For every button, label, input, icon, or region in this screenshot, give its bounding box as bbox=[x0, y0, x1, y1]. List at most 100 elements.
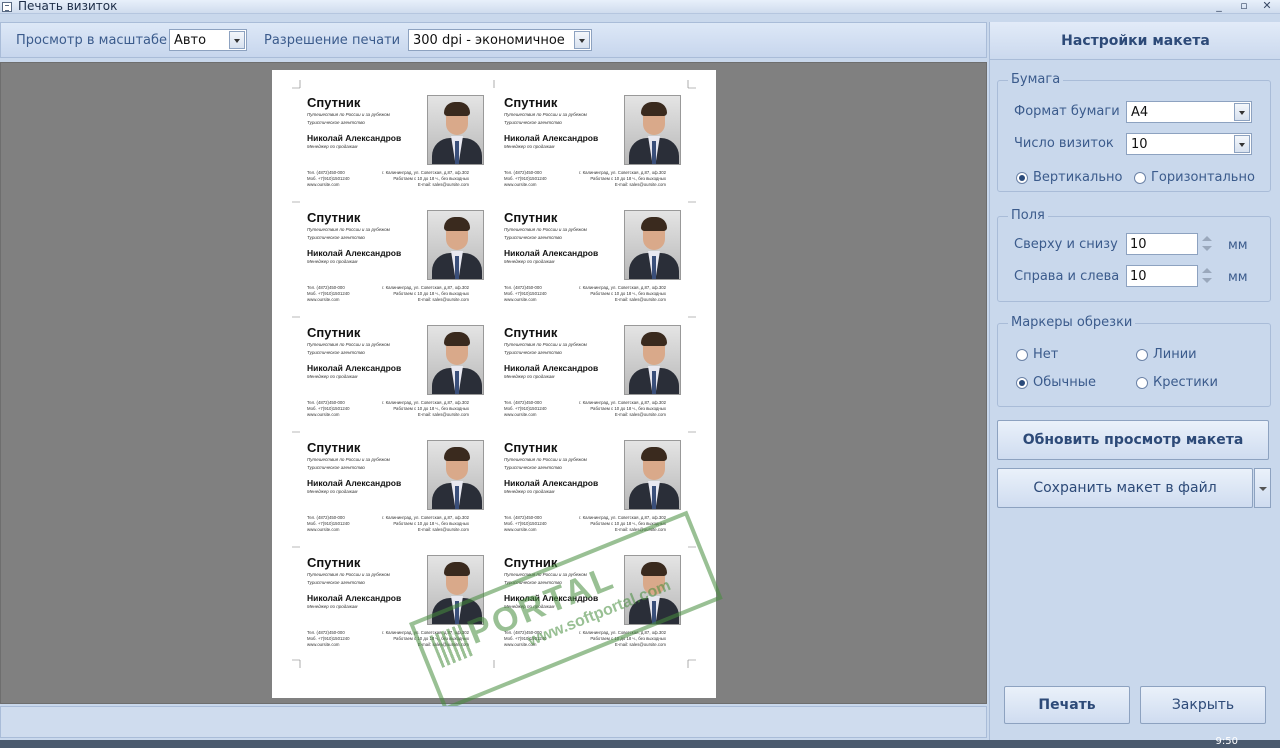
arrow-down-icon[interactable] bbox=[1202, 246, 1212, 251]
card-address: г. Калининград, ул. Советская, д.87, оф.… bbox=[382, 285, 469, 290]
photo-tie bbox=[652, 141, 656, 164]
photo-hair bbox=[444, 562, 470, 576]
card-person: Николай Александров bbox=[307, 593, 402, 603]
arrow-down-icon[interactable] bbox=[1202, 278, 1212, 283]
crop-none-label[interactable]: Нет bbox=[1033, 347, 1058, 362]
card-phone: Тел. (4872)450-000 bbox=[307, 400, 345, 405]
photo-tie bbox=[455, 371, 459, 394]
crop-crosses-label[interactable]: Крестики bbox=[1153, 375, 1218, 390]
chevron-down-icon[interactable] bbox=[574, 31, 590, 49]
crop-legend: Маркеры обрезки bbox=[1008, 315, 1136, 330]
maximize-icon[interactable]: ▫ bbox=[1237, 0, 1251, 12]
chevron-down-icon[interactable] bbox=[1234, 135, 1250, 153]
save-options-dropdown[interactable] bbox=[1254, 468, 1271, 508]
crop-crosses-radio[interactable] bbox=[1136, 377, 1148, 389]
card-person: Николай Александров bbox=[504, 363, 599, 373]
card-position: Менеджер по продажам bbox=[307, 259, 358, 264]
card-tagline2: Туристическое агентство bbox=[504, 350, 562, 355]
panel-title: Настройки макета bbox=[990, 22, 1280, 60]
arrow-up-icon[interactable] bbox=[1202, 268, 1212, 273]
card-position: Менеджер по продажам bbox=[504, 259, 555, 264]
top-bottom-spinner[interactable] bbox=[1201, 233, 1213, 255]
chevron-down-icon[interactable] bbox=[1234, 103, 1250, 121]
paper-legend: Бумага bbox=[1008, 72, 1064, 87]
preview-area[interactable]: Спутник Путешествия по России и за рубежо… bbox=[0, 62, 987, 712]
refresh-preview-button[interactable]: Обновить просмотр макета bbox=[997, 420, 1269, 460]
zoom-value: Авто bbox=[174, 33, 207, 48]
card-address: г. Калининград, ул. Советская, д.87, оф.… bbox=[579, 170, 666, 175]
card-position: Менеджер по продажам bbox=[307, 144, 358, 149]
business-card: Спутник Путешествия по России и за рубежо… bbox=[272, 300, 484, 417]
paper-format-select[interactable]: A4 bbox=[1126, 101, 1252, 123]
horizontal-label[interactable]: Горизонтально bbox=[1151, 170, 1255, 185]
business-card: Спутник Путешествия по России и за рубежо… bbox=[469, 185, 681, 302]
card-mobile: Моб. +7(910)1501240 bbox=[307, 291, 350, 296]
card-tagline2: Туристическое агентство bbox=[307, 580, 365, 585]
top-bottom-input[interactable]: 10 bbox=[1126, 233, 1198, 255]
card-hours: Работаем с 10 до 18 ч., без выходных bbox=[393, 521, 469, 526]
clock: 9:50 bbox=[1215, 736, 1238, 747]
photo-hair bbox=[444, 102, 470, 116]
arrow-up-icon[interactable] bbox=[1202, 236, 1212, 241]
zoom-select[interactable]: Авто bbox=[169, 29, 247, 51]
close-icon[interactable]: ✕ bbox=[1260, 0, 1274, 12]
card-hours: Работаем с 10 до 18 ч., без выходных bbox=[590, 176, 666, 181]
crop-normal-radio[interactable] bbox=[1016, 377, 1028, 389]
card-website: www.oursite.com bbox=[307, 642, 340, 647]
horizontal-radio[interactable] bbox=[1134, 172, 1146, 184]
crop-normal-label[interactable]: Обычные bbox=[1033, 375, 1096, 390]
card-tagline1: Путешествия по России и за рубежом bbox=[504, 342, 587, 347]
card-company: Спутник bbox=[504, 95, 558, 110]
photo-tie bbox=[652, 486, 656, 509]
vertical-radio[interactable] bbox=[1016, 172, 1028, 184]
print-button[interactable]: Печать bbox=[1004, 686, 1130, 724]
top-bottom-label: Сверху и снизу bbox=[1014, 237, 1118, 252]
minimize-icon[interactable]: _ bbox=[1212, 0, 1226, 12]
card-company: Спутник bbox=[307, 325, 361, 340]
photo-tie bbox=[652, 256, 656, 279]
card-address: г. Калининград, ул. Советская, д.87, оф.… bbox=[579, 515, 666, 520]
crop-lines-label[interactable]: Линии bbox=[1153, 347, 1197, 362]
close-button[interactable]: Закрыть bbox=[1140, 686, 1266, 724]
card-position: Менеджер по продажам bbox=[307, 604, 358, 609]
card-tagline2: Туристическое агентство bbox=[307, 120, 365, 125]
card-tagline1: Путешествия по России и за рубежом bbox=[504, 457, 587, 462]
card-tagline2: Туристическое агентство bbox=[307, 350, 365, 355]
card-phone: Тел. (4872)450-000 bbox=[504, 515, 542, 520]
card-photo bbox=[624, 210, 681, 280]
card-address: г. Калининград, ул. Советская, д.87, оф.… bbox=[579, 400, 666, 405]
chevron-down-icon[interactable] bbox=[229, 31, 245, 49]
card-tagline1: Путешествия по России и за рубежом bbox=[307, 342, 390, 347]
card-mobile: Моб. +7(910)1501240 bbox=[307, 406, 350, 411]
photo-tie bbox=[455, 486, 459, 509]
save-layout-button[interactable]: Сохранить макет в файл bbox=[997, 468, 1253, 508]
crop-none-radio[interactable] bbox=[1016, 349, 1028, 361]
card-company: Спутник bbox=[504, 440, 558, 455]
photo-hair bbox=[641, 102, 667, 116]
business-card: Спутник Путешествия по России и за рубежо… bbox=[469, 70, 681, 187]
app-icon[interactable] bbox=[2, 2, 12, 12]
crop-marks-group: Маркеры обрезки Нет Линии Обычные Крести… bbox=[997, 315, 1271, 407]
left-right-spinner[interactable] bbox=[1201, 265, 1213, 287]
toolbar: Просмотр в масштабе Авто Разрешение печа… bbox=[0, 22, 987, 58]
card-hours: Работаем с 10 до 18 ч., без выходных bbox=[393, 291, 469, 296]
status-bar bbox=[0, 706, 987, 738]
card-hours: Работаем с 10 до 18 ч., без выходных bbox=[590, 406, 666, 411]
left-right-input[interactable]: 10 bbox=[1126, 265, 1198, 287]
card-position: Менеджер по продажам bbox=[307, 489, 358, 494]
left-right-label: Справа и слева bbox=[1014, 269, 1120, 284]
taskbar: 9:50 bbox=[0, 736, 1280, 748]
resolution-select[interactable]: 300 dpi - экономичное bbox=[408, 29, 592, 51]
business-card: Спутник Путешествия по России и за рубежо… bbox=[469, 300, 681, 417]
crop-lines-radio[interactable] bbox=[1136, 349, 1148, 361]
card-company: Спутник bbox=[504, 325, 558, 340]
photo-tie bbox=[652, 371, 656, 394]
card-company: Спутник bbox=[307, 440, 361, 455]
photo-hair bbox=[641, 332, 667, 346]
vertical-label[interactable]: Вертикально bbox=[1033, 170, 1122, 185]
card-person: Николай Александров bbox=[307, 363, 402, 373]
card-count-select[interactable]: 10 bbox=[1126, 133, 1252, 155]
business-card: Спутник Путешествия по России и за рубежо… bbox=[272, 415, 484, 532]
card-tagline1: Путешествия по России и за рубежом bbox=[307, 572, 390, 577]
card-mobile: Моб. +7(910)1501240 bbox=[307, 636, 350, 641]
